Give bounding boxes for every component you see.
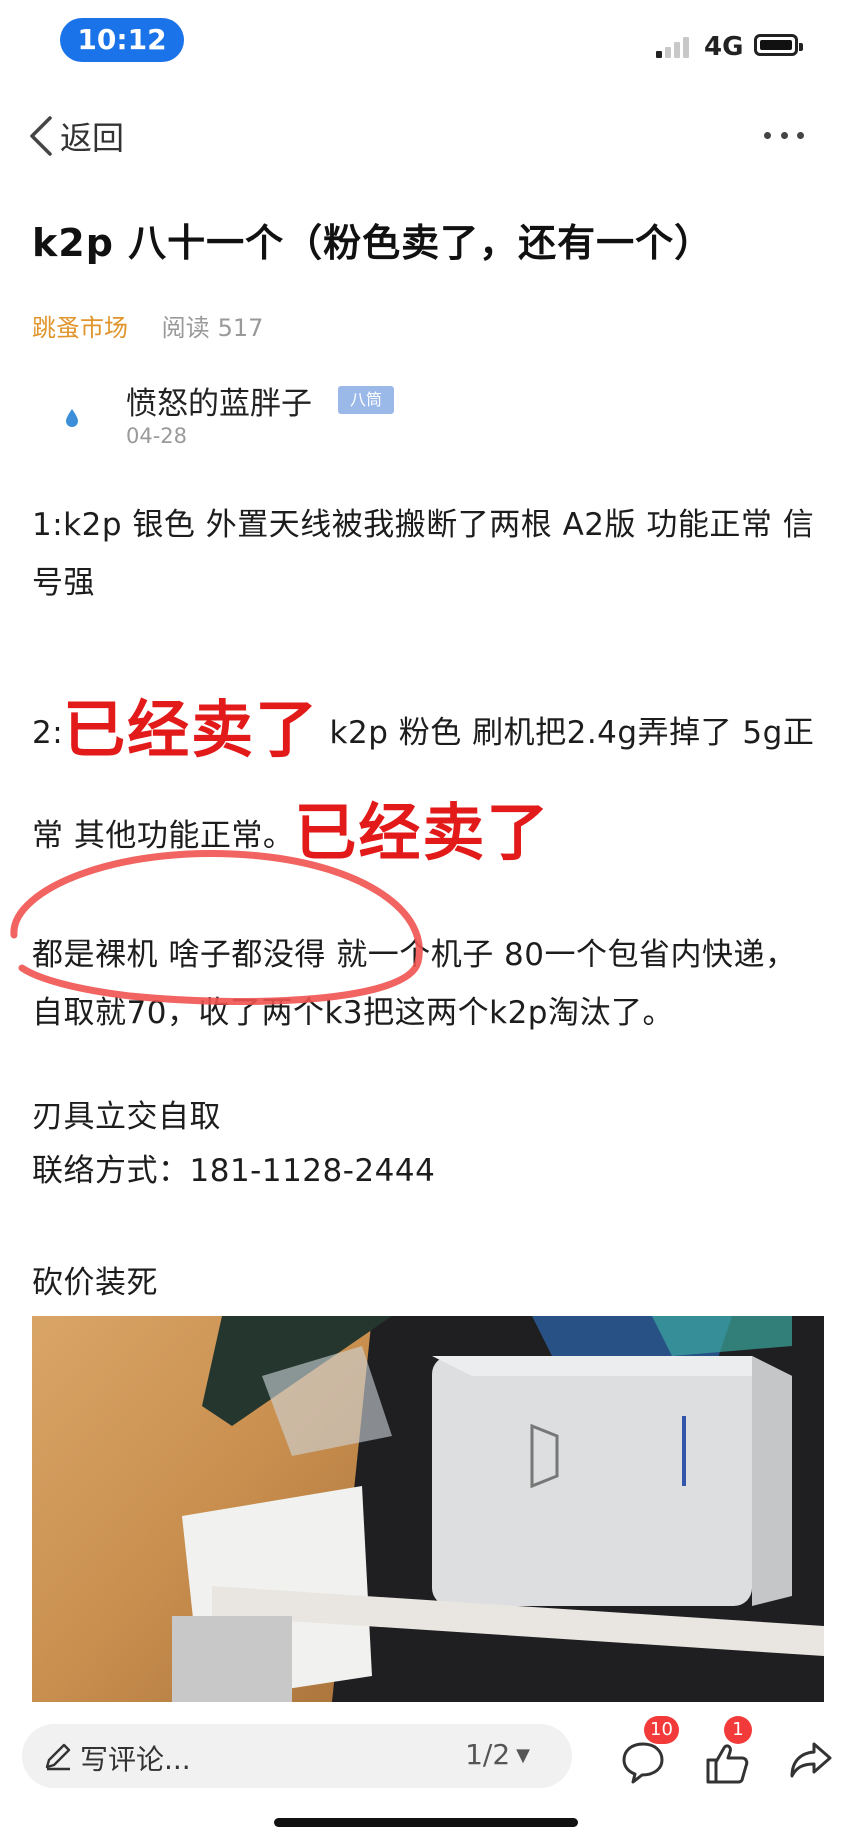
status-time: 10:12	[60, 18, 184, 62]
post-paragraph-5: 砍价装死	[32, 1265, 158, 1301]
back-label: 返回	[60, 119, 125, 157]
dot	[797, 131, 804, 139]
page-indicator-label: 1/2	[465, 1738, 511, 1771]
page-indicator[interactable]: 1/2 ▼	[465, 1738, 530, 1771]
signal-strength-icon	[656, 36, 696, 58]
post-date: 04-28	[126, 424, 188, 448]
dot	[780, 131, 788, 139]
post-paragraph-1: 1:k2p 银色 外置天线被我搬断了两根 A2版 功能正常 信号强	[32, 507, 815, 601]
avatar[interactable]	[32, 378, 112, 458]
water-drop-icon	[66, 409, 78, 427]
like-button[interactable]: 1	[696, 1716, 766, 1796]
sold-mark: 已经卖了	[294, 796, 551, 869]
read-count: 阅读 517	[162, 314, 264, 342]
share-button[interactable]	[780, 1716, 840, 1796]
caret-down-icon: ▼	[516, 1745, 530, 1766]
read-number: 517	[217, 314, 264, 342]
post-paragraph-3: 都是裸机 啥子都没得 就一个机子 80一个包省内快递，自取就70，收了两个k3把…	[32, 937, 797, 1031]
post-paragraph-2: 2:已经卖了 k2p 粉色 刷机把2.4g弄掉了 5g正常 其他功能正常。已经卖…	[32, 680, 822, 886]
navigation-bar: 返回	[0, 100, 850, 170]
comment-input[interactable]: 写评论... 1/2 ▼	[22, 1724, 572, 1788]
chevron-left-icon	[30, 116, 52, 156]
more-options-button[interactable]	[764, 120, 804, 150]
pencil-icon	[45, 1743, 71, 1771]
share-arrow-icon	[790, 1742, 832, 1778]
thumbs-up-icon	[706, 1744, 749, 1784]
comment-count-badge: 10	[644, 1716, 679, 1744]
back-button[interactable]: 返回	[28, 114, 124, 158]
home-indicator[interactable]	[274, 1818, 578, 1827]
level-badge: 八筒	[338, 386, 395, 414]
comment-icon	[622, 1742, 664, 1784]
network-type: 4G	[704, 32, 744, 62]
contact-info: 联络方式：181-1128-2444	[32, 1153, 436, 1189]
author-name[interactable]: 愤怒的蓝胖子	[126, 378, 312, 423]
post-photo[interactable]	[32, 1316, 824, 1702]
sold-mark: 已经卖了	[63, 693, 320, 766]
post-meta: 跳蚤市场 阅读 517	[32, 308, 263, 343]
paragraph-2-prefix: 2:	[32, 715, 64, 751]
comment-placeholder: 写评论...	[80, 1743, 191, 1776]
forum-link[interactable]: 跳蚤市场	[32, 314, 128, 342]
post-title: k2p 八十一个（粉色卖了，还有一个）	[32, 221, 714, 265]
battery-icon	[754, 34, 803, 56]
pickup-location: 刃具立交自取	[32, 1099, 221, 1135]
like-count-badge: 1	[724, 1716, 752, 1744]
comment-button[interactable]: 10	[612, 1716, 682, 1796]
status-bar: 10:12 4G	[0, 0, 850, 80]
dot	[764, 131, 771, 139]
author-block: 愤怒的蓝胖子 八筒 04-28	[32, 378, 812, 458]
read-label: 阅读	[161, 314, 210, 342]
